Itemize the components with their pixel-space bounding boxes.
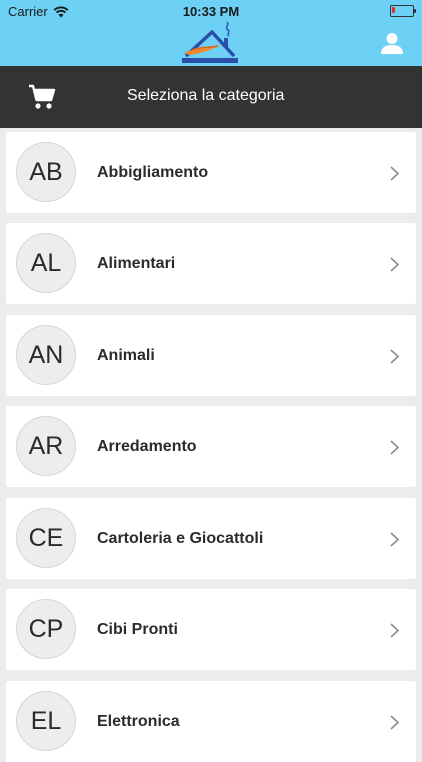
list-item[interactable]: AR Arredamento <box>6 406 416 487</box>
chevron-right-icon <box>390 166 399 181</box>
category-label: Abbigliamento <box>97 164 209 181</box>
list-item[interactable]: AN Animali <box>6 315 416 396</box>
category-label: Cibi Pronti <box>97 621 178 638</box>
user-icon[interactable] <box>380 32 404 54</box>
category-badge: AN <box>16 325 76 385</box>
chevron-right-icon <box>390 532 399 547</box>
page-title: Seleziona la categoria <box>127 87 285 104</box>
list-item[interactable]: AB Abbigliamento <box>6 132 416 213</box>
category-badge: AB <box>16 142 76 202</box>
chevron-right-icon <box>390 257 399 272</box>
category-badge: AR <box>16 416 76 476</box>
chevron-right-icon <box>390 623 399 638</box>
app-header: Carrier 10:33 PM <box>0 0 422 66</box>
cart-icon[interactable] <box>28 84 56 110</box>
category-label: Cartoleria e Giocattoli <box>97 530 264 547</box>
list-item[interactable]: CE Cartoleria e Giocattoli <box>6 498 416 579</box>
clock: 10:33 PM <box>182 4 240 19</box>
category-badge: EL <box>16 691 76 751</box>
battery-level <box>392 7 395 13</box>
category-label: Arredamento <box>97 438 197 455</box>
list-item[interactable]: AL Alimentari <box>6 223 416 304</box>
house-logo-icon <box>182 21 238 63</box>
category-toolbar: Seleziona la categoria <box>0 66 422 128</box>
status-bar: Carrier 10:33 PM <box>0 0 422 22</box>
category-badge: AL <box>16 233 76 293</box>
list-item[interactable]: CP Cibi Pronti <box>6 589 416 670</box>
category-badge: CE <box>16 508 76 568</box>
battery-icon <box>390 5 416 17</box>
category-badge: CP <box>16 599 76 659</box>
category-label: Animali <box>97 347 155 364</box>
category-label: Alimentari <box>97 255 176 272</box>
chevron-right-icon <box>390 349 399 364</box>
chevron-right-icon <box>390 715 399 730</box>
chevron-right-icon <box>390 440 399 455</box>
